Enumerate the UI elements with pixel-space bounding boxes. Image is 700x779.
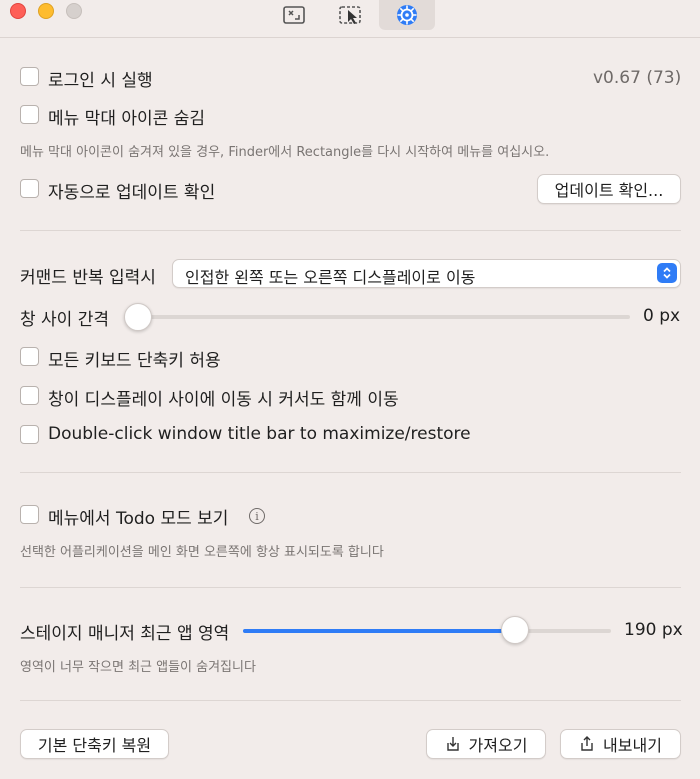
- zoom-window-button[interactable]: [66, 3, 82, 19]
- export-label: 내보내기: [603, 736, 662, 755]
- window-gap-slider-knob[interactable]: [124, 303, 152, 331]
- tab-shortcuts[interactable]: [266, 0, 322, 30]
- check-update-button[interactable]: 업데이트 확인...: [537, 174, 681, 204]
- window-gap-label: 창 사이 간격: [20, 310, 110, 330]
- stage-manager-slider-fill: [243, 629, 516, 633]
- stage-manager-slider-knob[interactable]: [501, 616, 530, 644]
- stage-manager-hint: 영역이 너무 작으면 최근 앱들이 숨겨집니다: [20, 660, 256, 675]
- import-label: 가져오기: [468, 736, 528, 755]
- tab-general-settings[interactable]: [379, 0, 435, 30]
- window-gap-slider[interactable]: [124, 315, 630, 319]
- auto-update-label: 자동으로 업데이트 확인: [48, 183, 216, 203]
- allow-all-shortcuts-checkbox[interactable]: [20, 347, 39, 366]
- double-click-maximize-label: Double-click window title bar to maximiz…: [48, 424, 471, 444]
- stage-manager-value: 190 px: [624, 620, 683, 640]
- section-divider: [20, 472, 681, 473]
- export-icon: [581, 736, 593, 751]
- window-snap-icon: [283, 6, 305, 24]
- repeat-command-select[interactable]: 인접한 왼쪽 또는 오른쪽 디스플레이로 이동: [172, 259, 681, 288]
- restore-default-shortcuts-button[interactable]: 기본 단축키 복원: [20, 729, 169, 759]
- launch-on-login-checkbox[interactable]: [20, 67, 39, 86]
- double-click-maximize-checkbox[interactable]: [20, 425, 39, 444]
- close-window-button[interactable]: [10, 3, 26, 19]
- repeat-command-label: 커맨드 반복 입력시: [20, 268, 156, 288]
- import-button[interactable]: 가져오기: [426, 729, 546, 759]
- section-divider: [20, 230, 681, 231]
- gear-settings-icon: [397, 5, 417, 25]
- todo-mode-label: 메뉴에서 Todo 모드 보기: [48, 509, 229, 529]
- window-gap-value: 0 px: [643, 306, 681, 326]
- todo-mode-hint: 선택한 어플리케이션을 메인 화면 오른쪽에 항상 표시되도록 합니다: [20, 545, 384, 560]
- chevron-up-down-icon: [657, 263, 677, 283]
- allow-all-shortcuts-label: 모든 키보드 단축키 허용: [48, 351, 221, 371]
- repeat-command-value: 인접한 왼쪽 또는 오른쪽 디스플레이로 이동: [185, 268, 476, 287]
- section-divider: [20, 700, 681, 701]
- hide-menu-icon-label: 메뉴 막대 아이콘 숨김: [48, 109, 205, 129]
- auto-update-checkbox[interactable]: [20, 179, 39, 198]
- stage-manager-label: 스테이지 매니저 최근 앱 영역: [20, 624, 230, 644]
- version-text: v0.67 (73): [593, 68, 682, 88]
- title-bar: [0, 0, 700, 38]
- move-cursor-label: 창이 디스플레이 사이에 이동 시 커서도 함께 이동: [48, 390, 399, 410]
- minimize-window-button[interactable]: [38, 3, 54, 19]
- export-button[interactable]: 내보내기: [560, 729, 681, 759]
- cursor-select-icon: [339, 6, 361, 24]
- hide-menu-icon-hint: 메뉴 막대 아이콘이 숨겨져 있을 경우, Finder에서 Rectangle…: [20, 145, 550, 160]
- import-icon: [446, 737, 459, 751]
- todo-mode-checkbox[interactable]: [20, 505, 39, 524]
- hide-menu-icon-checkbox[interactable]: [20, 105, 39, 124]
- launch-on-login-label: 로그인 시 실행: [48, 71, 153, 91]
- tab-snap-areas[interactable]: [323, 0, 379, 30]
- move-cursor-checkbox[interactable]: [20, 386, 39, 405]
- section-divider: [20, 587, 681, 588]
- info-icon[interactable]: i: [249, 508, 265, 524]
